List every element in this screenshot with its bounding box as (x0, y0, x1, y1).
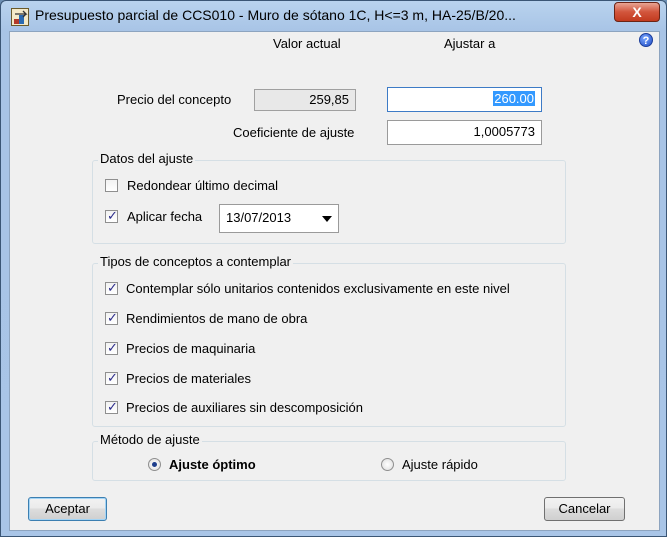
method-legend: Método de ajuste (98, 432, 202, 447)
close-button[interactable]: X (614, 2, 660, 22)
adjust-price-value: 260.00 (493, 91, 535, 106)
window-title: Presupuesto parcial de CCS010 - Muro de … (35, 7, 516, 23)
app-icon (11, 8, 29, 26)
coefficient-label: Coeficiente de ajuste (233, 125, 355, 140)
concept-type-label-1[interactable]: Rendimientos de mano de obra (126, 311, 307, 326)
optimal-method-radio[interactable] (148, 458, 161, 471)
title-bar[interactable]: Presupuesto parcial de CCS010 - Muro de … (1, 1, 666, 31)
date-picker[interactable]: 13/07/2013 (219, 204, 339, 233)
adjust-data-legend: Datos del ajuste (98, 151, 196, 166)
concept-price-label: Precio del concepto (117, 92, 232, 107)
coefficient-input[interactable]: 1,0005773 (387, 120, 542, 145)
date-value: 13/07/2013 (226, 210, 292, 225)
concept-type-checkbox-0[interactable] (105, 280, 118, 296)
adjust-to-header: Ajustar a (444, 36, 496, 51)
concept-type-label-0[interactable]: Contemplar sólo unitarios contenidos exc… (126, 281, 510, 296)
current-price-field: 259,85 (254, 89, 356, 111)
apply-date-label[interactable]: Aplicar fecha (127, 209, 202, 224)
fast-method-radio[interactable] (381, 458, 394, 471)
concept-type-label-3[interactable]: Precios de materiales (126, 371, 251, 386)
concept-type-checkbox-2[interactable] (105, 340, 118, 356)
concept-types-legend: Tipos de conceptos a contemplar (98, 254, 294, 269)
current-value-header: Valor actual (273, 36, 341, 51)
concept-type-checkbox-1[interactable] (105, 310, 118, 326)
concept-type-label-2[interactable]: Precios de maquinaria (126, 341, 255, 356)
fast-method-label[interactable]: Ajuste rápido (402, 457, 478, 472)
concept-type-checkbox-3[interactable] (105, 370, 118, 386)
accept-button[interactable]: Aceptar (28, 497, 107, 521)
adjust-price-input[interactable]: 260.00 (387, 87, 542, 112)
concept-type-checkbox-4[interactable] (105, 399, 118, 415)
help-icon[interactable]: ? (639, 33, 653, 47)
cancel-button[interactable]: Cancelar (544, 497, 625, 521)
round-last-decimal-checkbox[interactable] (105, 179, 118, 192)
round-last-decimal-label[interactable]: Redondear último decimal (127, 178, 278, 193)
optimal-method-label[interactable]: Ajuste óptimo (169, 457, 256, 472)
method-group (92, 441, 566, 481)
apply-date-checkbox[interactable] (105, 208, 118, 224)
chevron-down-icon[interactable] (322, 216, 332, 222)
concept-type-label-4[interactable]: Precios de auxiliares sin descomposición (126, 400, 363, 415)
